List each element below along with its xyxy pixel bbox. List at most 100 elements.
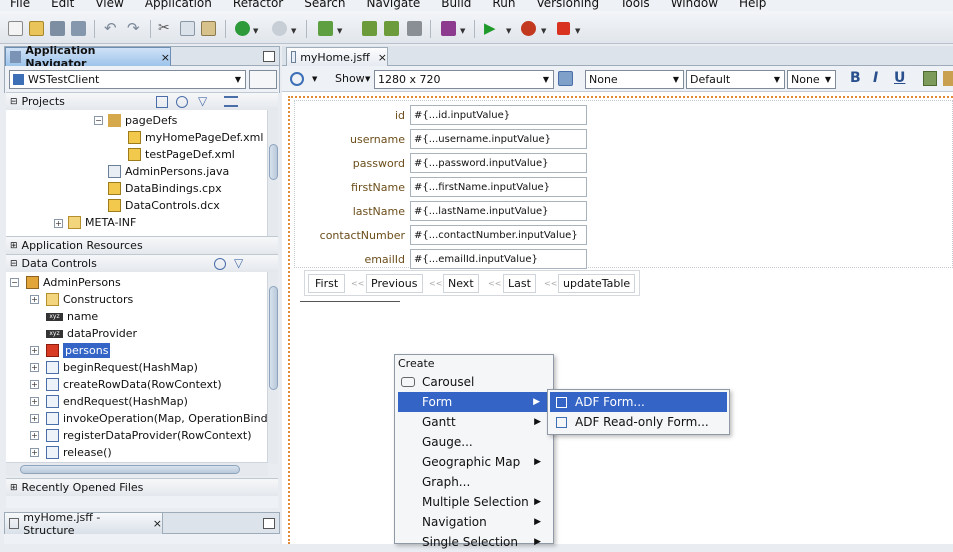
refresh-icon[interactable] — [176, 96, 188, 108]
data-controls-header[interactable]: ⊟ Data Controls ▽ — [6, 254, 278, 272]
filter-icon[interactable]: ▽ — [198, 94, 207, 108]
menu-item-adf-readonly-form[interactable]: ADF Read-only Form... — [550, 412, 727, 432]
tree-item-constructors[interactable]: Constructors — [46, 291, 133, 308]
menu-item-gantt[interactable]: Gantt ▶ — [395, 412, 553, 432]
copy-icon[interactable] — [180, 21, 195, 36]
deploy-icon[interactable] — [441, 21, 456, 36]
show-label[interactable]: Show — [335, 72, 365, 85]
menu-item-navigation[interactable]: Navigation ▶ — [395, 512, 553, 532]
tab-application-navigator[interactable]: Application Navigator × — [5, 44, 171, 70]
italic-button[interactable]: I — [873, 70, 878, 86]
tree-item-invokeoperation[interactable]: invokeOperation(Map, OperationBinding) — [46, 410, 268, 427]
open-folder-icon[interactable] — [29, 21, 44, 36]
projects-header[interactable]: ⊟ Projects ▽ — [6, 92, 278, 110]
input-emailid[interactable]: #{...emailId.inputValue} — [410, 249, 587, 269]
stop-icon[interactable] — [557, 22, 570, 35]
tree-item-adminpersons-java[interactable]: AdminPersons.java — [108, 163, 229, 180]
tree-item-databindings[interactable]: DataBindings.cpx — [108, 180, 222, 197]
updatetable-button[interactable]: updateTable — [558, 272, 636, 294]
input-password[interactable]: #{...password.inputValue} — [410, 153, 587, 173]
menu-item-gauge[interactable]: Gauge... — [395, 432, 553, 452]
input-lastname[interactable]: #{...lastName.inputValue} — [410, 201, 587, 221]
chevron-down-icon[interactable]: ▼ — [541, 27, 546, 35]
input-firstname[interactable]: #{...firstName.inputValue} — [410, 177, 587, 197]
menu-versioning[interactable]: Versioning — [526, 0, 605, 10]
expand-icon[interactable]: + — [30, 431, 39, 440]
underline-button[interactable]: U — [894, 70, 905, 86]
tree-item-beginrequest[interactable]: beginRequest(HashMap) — [46, 359, 198, 376]
tree-item-name[interactable]: xyz name — [46, 308, 98, 325]
menu-edit[interactable]: Edit — [41, 0, 80, 10]
paste-icon[interactable] — [201, 21, 216, 36]
menu-view[interactable]: View — [85, 0, 129, 10]
clean-icon[interactable] — [407, 21, 422, 36]
tree-item-meta-inf[interactable]: META-INF — [68, 214, 136, 231]
color-icon[interactable] — [923, 71, 937, 86]
recent-files-header[interactable]: ⊞ Recently Opened Files — [6, 478, 278, 496]
close-icon[interactable]: × — [153, 517, 162, 530]
refresh-icon[interactable] — [290, 72, 304, 86]
options-icon[interactable] — [224, 96, 238, 107]
expand-icon[interactable]: + — [54, 219, 63, 228]
new-file-icon[interactable] — [8, 21, 23, 36]
tree-item-endrequest[interactable]: endRequest(HashMap) — [46, 393, 188, 410]
tab-structure[interactable]: myHome.jsff - Structure × — [5, 511, 163, 537]
debug-icon[interactable] — [521, 21, 536, 36]
collapse-icon[interactable]: − — [94, 116, 103, 125]
menu-help[interactable]: Help — [729, 0, 772, 10]
scroll-thumb[interactable] — [269, 144, 278, 180]
input-contactnumber[interactable]: #{...contactNumber.inputValue} — [410, 225, 587, 245]
collapse-icon[interactable]: − — [10, 278, 19, 287]
menu-run[interactable]: Run — [482, 0, 521, 10]
style-select[interactable]: None ▼ — [585, 70, 684, 89]
expand-icon[interactable]: + — [30, 397, 39, 406]
refresh-icon[interactable] — [214, 258, 226, 270]
menu-item-geographic-map[interactable]: Geographic Map ▶ — [395, 452, 553, 472]
input-id[interactable]: #{...id.inputValue} — [410, 105, 587, 125]
menu-item-graph[interactable]: Graph... — [395, 472, 553, 492]
app-menu-button[interactable] — [249, 70, 277, 89]
close-icon[interactable]: × — [378, 51, 387, 64]
menu-application[interactable]: Application — [135, 0, 218, 10]
tree-item-dataprovider[interactable]: xyz dataProvider — [46, 325, 137, 342]
bold-button[interactable]: B — [850, 70, 861, 86]
menu-file[interactable]: File — [0, 0, 36, 10]
minimize-icon[interactable] — [263, 518, 275, 529]
run-icon[interactable]: ▶ — [484, 21, 499, 36]
menu-navigate[interactable]: Navigate — [356, 0, 426, 10]
minimize-icon[interactable] — [263, 51, 275, 62]
tree-item-datacontrols[interactable]: DataControls.dcx — [108, 197, 220, 214]
redo-icon[interactable]: ↷ — [127, 21, 142, 36]
menu-item-single-selection[interactable]: Single Selection ▶ — [395, 532, 553, 552]
data-controls-scrollbar[interactable] — [267, 272, 278, 464]
menu-window[interactable]: Window — [661, 0, 724, 10]
projects-scrollbar[interactable] — [267, 110, 278, 236]
menu-tools[interactable]: Tools — [610, 0, 656, 10]
next-button[interactable]: Next — [443, 272, 479, 294]
tree-item-createrowdata[interactable]: createRowData(RowContext) — [46, 376, 222, 393]
tree-item-registerdataprovider[interactable]: registerDataProvider(RowContext) — [46, 427, 252, 444]
menu-item-carousel[interactable]: Carousel — [395, 372, 553, 392]
highlight-icon[interactable] — [943, 71, 953, 86]
screen-size-select[interactable]: 1280 x 720 ▼ — [374, 70, 554, 89]
tree-item-myhomepagedef[interactable]: myHomePageDef.xml — [128, 129, 263, 146]
chevron-down-icon[interactable]: ▼ — [337, 27, 342, 35]
expand-icon[interactable]: + — [30, 448, 39, 457]
expand-icon[interactable]: + — [30, 380, 39, 389]
tree-item-persons[interactable]: persons — [46, 342, 111, 359]
save-all-icon[interactable] — [71, 21, 86, 36]
chevron-down-icon[interactable]: ▼ — [312, 75, 317, 83]
data-controls-hscrollbar[interactable] — [6, 462, 268, 476]
application-select[interactable]: WSTestClient ▼ — [9, 70, 246, 89]
menu-item-adf-form[interactable]: ADF Form... — [550, 392, 727, 412]
menu-refactor[interactable]: Refactor — [223, 0, 289, 10]
back-icon[interactable] — [235, 21, 250, 36]
chevron-down-icon[interactable]: ▼ — [365, 75, 370, 83]
tab-myhome-jsff[interactable]: myHome.jsff × — [286, 47, 388, 66]
previous-button[interactable]: Previous — [366, 272, 423, 294]
last-button[interactable]: Last — [503, 272, 536, 294]
filter-icon[interactable]: ▽ — [234, 256, 243, 270]
menu-build[interactable]: Build — [431, 0, 477, 10]
menu-item-form[interactable]: Form ▶ — [398, 392, 548, 412]
search-icon[interactable] — [156, 96, 168, 108]
